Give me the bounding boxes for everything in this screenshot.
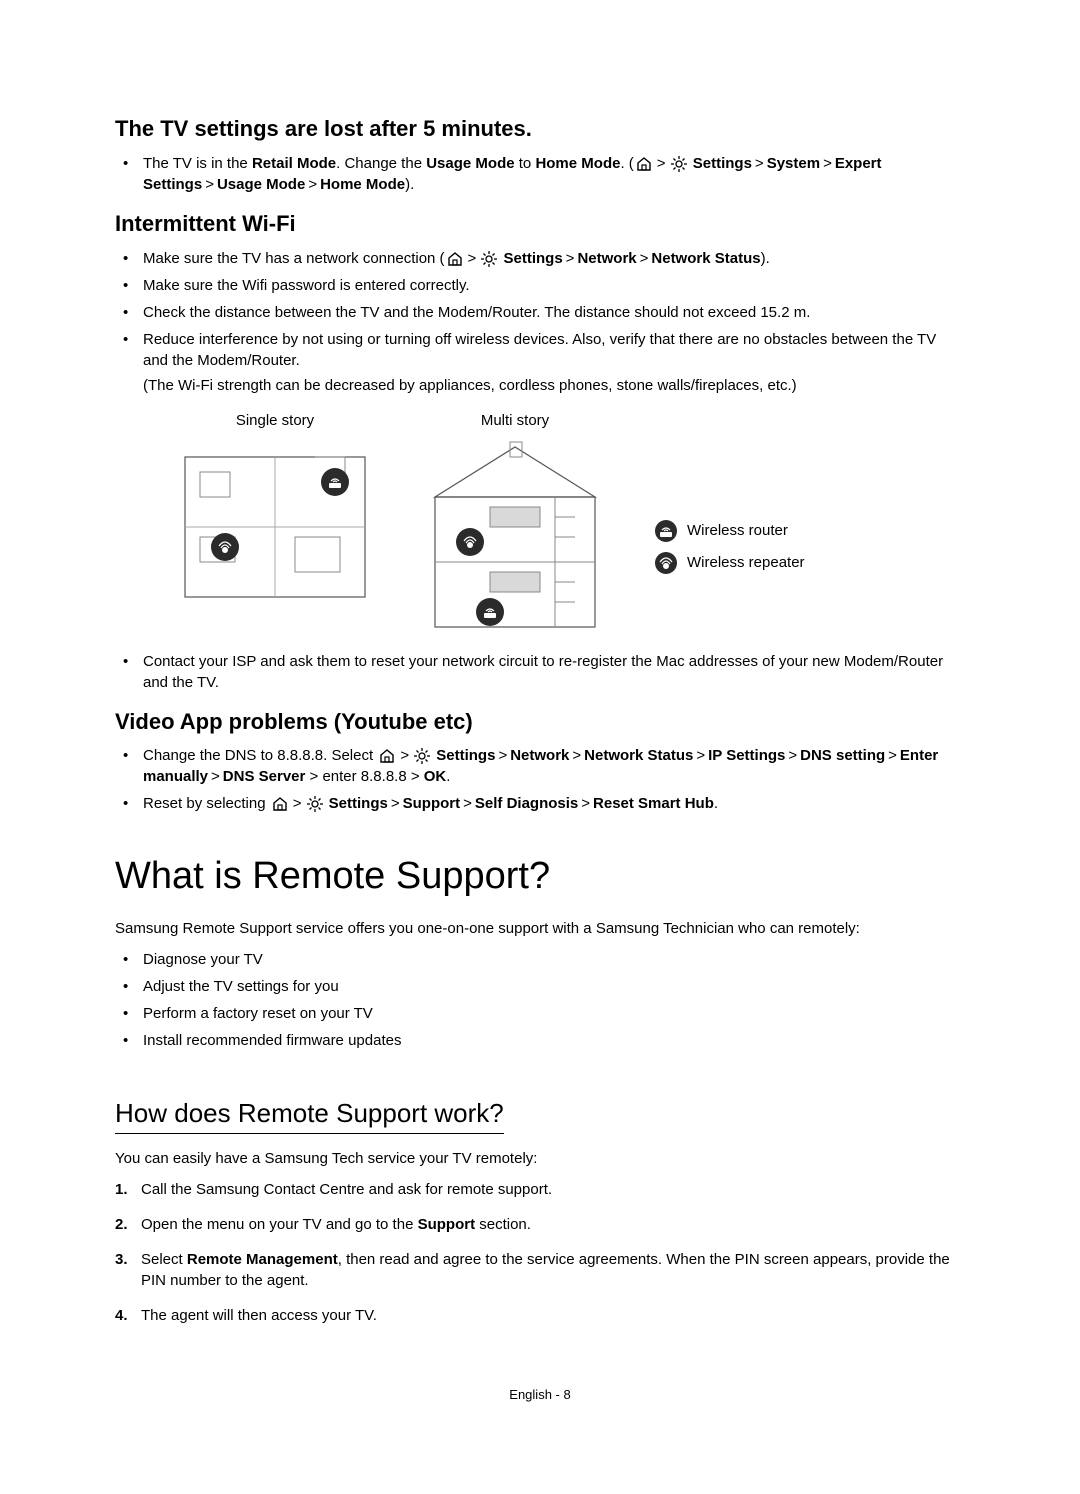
diagram-label: Single story <box>236 410 314 431</box>
section-tv-settings-lost: The TV settings are lost after 5 minutes… <box>115 114 965 195</box>
intro-text: Samsung Remote Support service offers yo… <box>115 918 965 939</box>
page-title: What is Remote Support? <box>115 850 965 903</box>
list-item: Contact your ISP and ask them to reset y… <box>133 651 965 693</box>
home-icon <box>446 250 464 268</box>
list-item: Make sure the TV has a network connectio… <box>133 248 965 269</box>
list-item: Adjust the TV settings for you <box>133 976 965 997</box>
page-footer: English - 8 <box>115 1386 965 1404</box>
home-icon <box>378 747 396 765</box>
bullet-list: The TV is in the Retail Mode. Change the… <box>115 153 965 195</box>
router-icon <box>655 520 677 542</box>
list-item: Diagnose your TV <box>133 949 965 970</box>
house-multi-story-illustration <box>415 437 615 637</box>
diagram-label: Multi story <box>481 410 549 431</box>
bullet-list: Make sure the TV has a network connectio… <box>115 248 965 396</box>
bullet-list: Diagnose your TV Adjust the TV settings … <box>115 949 965 1051</box>
list-item: Make sure the Wifi password is entered c… <box>133 275 965 296</box>
diagram-multi-story: Multi story <box>415 410 615 637</box>
step-item: Call the Samsung Contact Centre and ask … <box>115 1179 965 1200</box>
home-icon <box>271 795 289 813</box>
section-video-app-problems: Video App problems (Youtube etc) Change … <box>115 707 965 815</box>
bullet-list: Contact your ISP and ask them to reset y… <box>115 651 965 693</box>
gear-icon <box>306 795 324 813</box>
note: (The Wi-Fi strength can be decreased by … <box>143 375 965 396</box>
list-item: Check the distance between the TV and th… <box>133 302 965 323</box>
diagram-row: Single story Multi story <box>175 410 965 637</box>
heading: Video App problems (Youtube etc) <box>115 707 965 738</box>
repeater-icon <box>655 552 677 574</box>
house-single-story-illustration <box>175 437 375 607</box>
subheading: How does Remote Support work? <box>115 1095 504 1134</box>
step-item: Open the menu on your TV and go to the S… <box>115 1214 965 1235</box>
intro-text: You can easily have a Samsung Tech servi… <box>115 1148 965 1169</box>
legend-row: Wireless repeater <box>655 552 805 574</box>
steps-list: Call the Samsung Contact Centre and ask … <box>115 1179 965 1326</box>
list-item: Reset by selecting > Settings>Support>Se… <box>133 793 965 814</box>
legend-row: Wireless router <box>655 520 805 542</box>
home-icon <box>635 155 653 173</box>
list-item: Install recommended firmware updates <box>133 1030 965 1051</box>
step-item: Select Remote Management, then read and … <box>115 1249 965 1291</box>
list-item: The TV is in the Retail Mode. Change the… <box>133 153 965 195</box>
legend-label: Wireless router <box>687 520 788 541</box>
section-intermittent-wifi: Intermittent Wi-Fi Make sure the TV has … <box>115 209 965 693</box>
list-item: Change the DNS to 8.8.8.8. Select > Sett… <box>133 745 965 787</box>
heading: Intermittent Wi-Fi <box>115 209 965 240</box>
legend: Wireless router Wireless repeater <box>655 520 805 574</box>
diagram-single-story: Single story <box>175 410 375 607</box>
step-item: The agent will then access your TV. <box>115 1305 965 1326</box>
bullet-list: Change the DNS to 8.8.8.8. Select > Sett… <box>115 745 965 814</box>
list-item: Reduce interference by not using or turn… <box>133 329 965 396</box>
legend-label: Wireless repeater <box>687 552 805 573</box>
list-item: Perform a factory reset on your TV <box>133 1003 965 1024</box>
gear-icon <box>480 250 498 268</box>
heading: The TV settings are lost after 5 minutes… <box>115 114 965 145</box>
gear-icon <box>670 155 688 173</box>
gear-icon <box>413 747 431 765</box>
